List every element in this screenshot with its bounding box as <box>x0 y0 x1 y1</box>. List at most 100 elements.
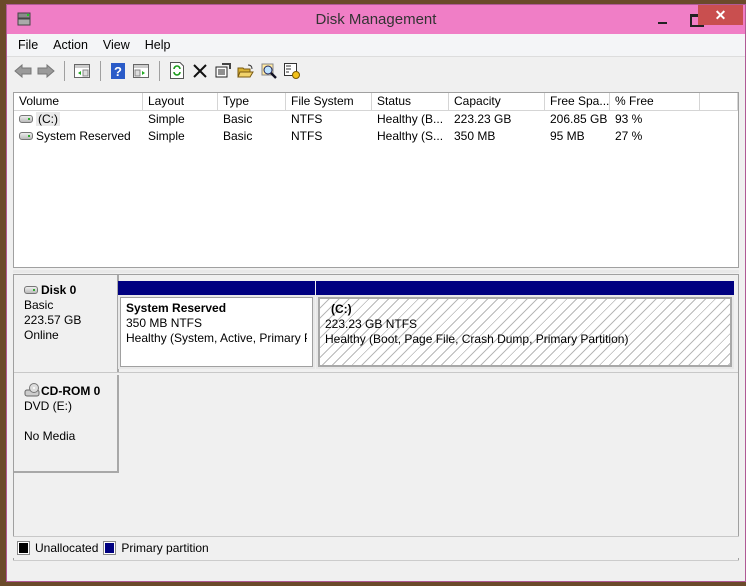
close-button[interactable]: ✕ <box>698 5 743 25</box>
column-status[interactable]: Status <box>372 93 449 111</box>
disk-0-label[interactable]: Disk 0 Basic 223.57 GB Online <box>14 275 119 372</box>
volume-row[interactable]: System Reserved Simple Basic NTFS Health… <box>14 128 738 145</box>
back-arrow-icon <box>13 63 31 78</box>
volume-file-system: NTFS <box>291 112 323 126</box>
show-hide-action-pane-button[interactable] <box>130 60 151 81</box>
properties-icon <box>215 63 231 78</box>
column-file-system[interactable]: File System <box>286 93 372 111</box>
disk-type: Basic <box>24 298 54 312</box>
volume-list[interactable]: Volume Layout Type File System Status Ca… <box>13 92 739 268</box>
cdrom-name: CD-ROM 0 <box>41 384 101 398</box>
cdrom-0-row[interactable]: CD-ROM 0 DVD (E:) No Media <box>14 375 738 473</box>
settings-gear-icon <box>283 62 300 79</box>
open-folder-icon <box>237 64 254 77</box>
svg-text:?: ? <box>114 64 122 79</box>
client-area: File Action View Help ? Volume Layout Ty… <box>7 34 745 581</box>
settings-button[interactable] <box>281 60 302 81</box>
column-percent-free[interactable]: % Free <box>610 93 700 111</box>
legend-swatch-unallocated <box>17 540 30 555</box>
column-free-space[interactable]: Free Spa... <box>545 93 610 111</box>
window-title: Disk Management <box>315 11 437 28</box>
volume-percent-free: 27 % <box>615 129 643 143</box>
help-button[interactable]: ? <box>107 60 128 81</box>
properties-button[interactable] <box>212 60 233 81</box>
volume-status: Healthy (B... <box>377 112 444 126</box>
volume-name: (C:) <box>36 112 60 126</box>
cdrom-0-label[interactable]: CD-ROM 0 DVD (E:) No Media <box>14 375 119 473</box>
explore-button[interactable] <box>258 60 279 81</box>
volume-name-cell: System Reserved <box>14 128 143 145</box>
menu-help[interactable]: Help <box>145 38 171 52</box>
primary-partition-bar <box>118 281 315 295</box>
volume-name: System Reserved <box>36 129 131 143</box>
volume-row[interactable]: (C:) Simple Basic NTFS Healthy (B... 223… <box>14 111 738 128</box>
help-icon: ? <box>110 62 125 79</box>
volume-drive-icon <box>19 115 33 123</box>
volume-type: Basic <box>223 129 253 143</box>
volume-free-space: 95 MB <box>550 129 585 143</box>
cd-drive-icon <box>24 383 40 397</box>
primary-partition-bar <box>316 281 734 295</box>
refresh-button[interactable] <box>166 60 187 81</box>
partition-system-reserved[interactable]: System Reserved 350 MB NTFS Healthy (Sys… <box>118 281 315 369</box>
column-volume[interactable]: Volume <box>14 93 143 111</box>
volume-layout: Simple <box>148 112 185 126</box>
minimize-button[interactable] <box>651 11 677 29</box>
disk-management-window: Disk Management ✕ File Action View Help … <box>6 4 746 582</box>
disk-0-row[interactable]: Disk 0 Basic 223.57 GB Online System Res… <box>14 275 738 373</box>
partition-name: (C:) <box>331 302 352 316</box>
disk-name: Disk 0 <box>41 283 77 297</box>
forward-button[interactable] <box>35 60 56 81</box>
show-hide-console-tree-button[interactable] <box>71 60 92 81</box>
toolbar-separator <box>64 60 65 81</box>
volume-capacity: 223.23 GB <box>454 112 512 126</box>
legend-label-primary: Primary partition <box>121 540 209 555</box>
disk-graph-pane: Disk 0 Basic 223.57 GB Online System Res… <box>13 274 739 564</box>
disk-status: Online <box>24 328 59 342</box>
action-pane-icon <box>132 63 149 78</box>
magnifier-icon <box>261 63 277 79</box>
volume-status: Healthy (S... <box>377 129 444 143</box>
disk-drive-icon <box>24 286 38 294</box>
delete-button[interactable] <box>189 60 210 81</box>
forward-arrow-icon <box>37 63 55 78</box>
partition-size: 350 MB NTFS <box>126 316 203 330</box>
cdrom-type: DVD (E:) <box>24 399 72 413</box>
volume-name-cell: (C:) <box>14 111 143 128</box>
partition-details: System Reserved 350 MB NTFS Healthy (Sys… <box>120 297 313 367</box>
toolbar: ? <box>7 57 745 84</box>
volume-list-header: Volume Layout Type File System Status Ca… <box>14 93 738 111</box>
partition-c[interactable]: (C:) 223.23 GB NTFS Healthy (Boot, Page … <box>316 281 734 369</box>
volume-capacity: 350 MB <box>454 129 496 143</box>
refresh-icon <box>169 62 184 79</box>
column-empty <box>700 93 738 111</box>
volume-file-system: NTFS <box>291 129 323 143</box>
open-button[interactable] <box>235 60 256 81</box>
column-type[interactable]: Type <box>218 93 286 111</box>
column-capacity[interactable]: Capacity <box>449 93 545 111</box>
volume-drive-icon <box>19 132 33 140</box>
delete-x-icon <box>192 63 207 78</box>
title-bar[interactable]: Disk Management ✕ <box>7 5 745 34</box>
console-tree-icon <box>73 63 90 78</box>
volume-type: Basic <box>223 112 253 126</box>
menu-file[interactable]: File <box>18 38 38 52</box>
legend: Unallocated Primary partition <box>13 536 739 558</box>
status-bar <box>13 560 739 580</box>
volume-percent-free: 93 % <box>615 112 643 126</box>
menu-action[interactable]: Action <box>53 38 88 52</box>
pane-splitter[interactable] <box>13 270 739 273</box>
partition-details: (C:) 223.23 GB NTFS Healthy (Boot, Page … <box>318 297 732 367</box>
legend-label-unallocated: Unallocated <box>35 540 99 555</box>
partition-status: Healthy (Boot, Page File, Crash Dump, Pr… <box>325 332 629 346</box>
partition-status: Healthy (System, Active, Primary P <box>126 331 307 345</box>
volume-layout: Simple <box>148 129 185 143</box>
column-layout[interactable]: Layout <box>143 93 218 111</box>
disk-size: 223.57 GB <box>24 313 82 327</box>
partition-size: 223.23 GB NTFS <box>325 317 418 331</box>
back-button[interactable] <box>12 60 33 81</box>
cdrom-media: No Media <box>24 429 76 443</box>
partition-name: System Reserved <box>126 301 227 315</box>
legend-swatch-primary <box>103 540 117 555</box>
menu-view[interactable]: View <box>103 38 130 52</box>
